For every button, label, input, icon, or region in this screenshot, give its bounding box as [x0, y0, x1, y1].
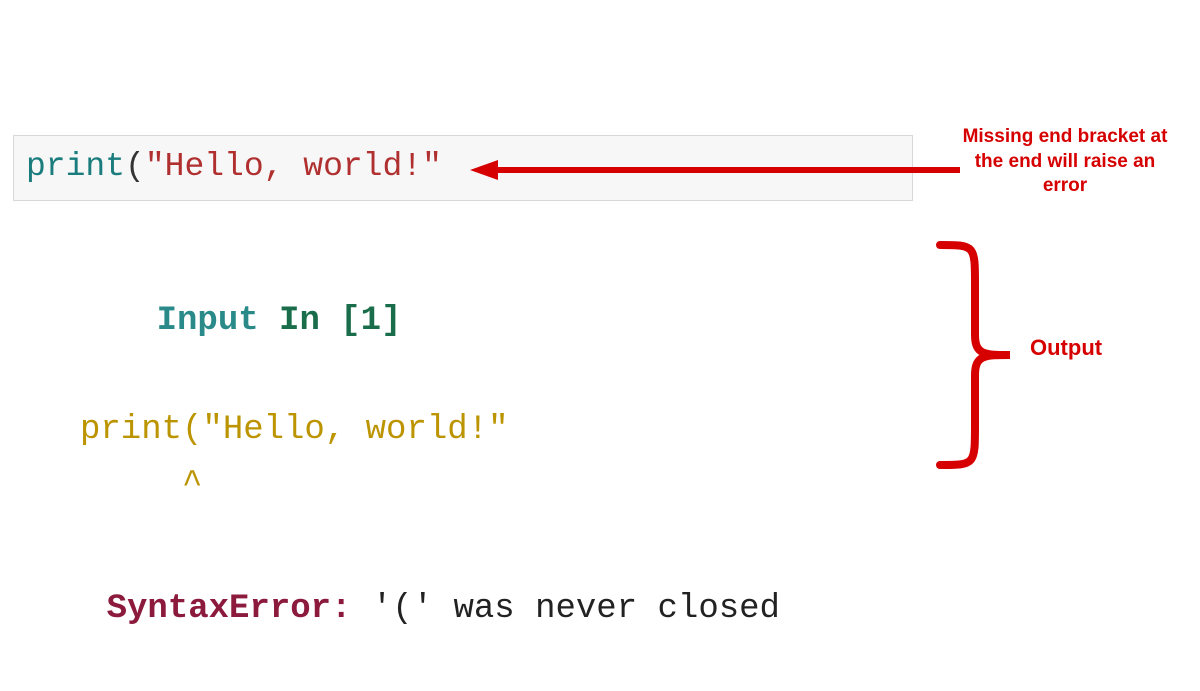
output-error-line: SyntaxError: '(' was never closed [25, 528, 780, 691]
output-error-message: '(' was never closed [351, 590, 779, 628]
annotation-missing-bracket: Missing end bracket at the end will rais… [960, 125, 1170, 199]
output-error-name: SyntaxError: [107, 590, 352, 628]
code-fn-name: print [26, 148, 125, 185]
output-input-label: Input [157, 302, 279, 340]
output-in-label: In [279, 302, 340, 340]
brace-icon [930, 240, 1020, 470]
arrow-annotation-icon [470, 160, 960, 180]
code-string-literal: "Hello, world!" [145, 148, 442, 185]
output-block: Input In [1] print("Hello, world!" ^ Syn… [25, 240, 780, 691]
output-input-header: Input In [1] [75, 240, 780, 403]
annotation-output-label: Output [1030, 335, 1102, 361]
output-cell-number: [1] [340, 302, 401, 340]
output-echo-line: print("Hello, world!" [80, 403, 780, 457]
output-caret-line: ^ [80, 458, 780, 512]
code-open-paren: ( [125, 148, 145, 185]
